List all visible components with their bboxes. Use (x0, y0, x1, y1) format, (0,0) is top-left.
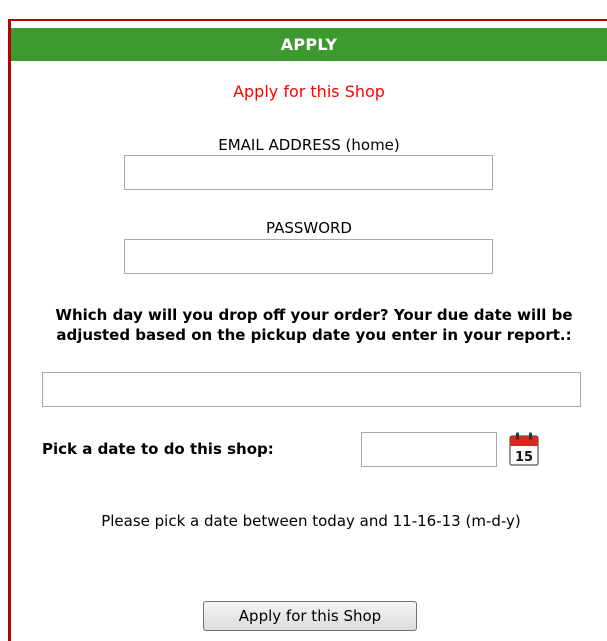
shop-date-label: Pick a date to do this shop: (42, 440, 274, 458)
panel-header-title: APPLY (280, 35, 338, 54)
panel-border-top (8, 19, 607, 21)
calendar-icon-day: 15 (515, 450, 533, 465)
apply-panel: APPLY Apply for this Shop EMAIL ADDRESS … (0, 0, 607, 641)
calendar-icon[interactable]: 15 (509, 432, 539, 466)
panel-border-left (8, 19, 11, 641)
shop-date-field[interactable] (361, 432, 497, 467)
dropoff-date-field[interactable] (42, 372, 581, 407)
password-field[interactable] (124, 239, 493, 274)
password-label: PASSWORD (265, 219, 352, 237)
dropoff-question: Which day will you drop off your order? … (55, 306, 573, 344)
email-label: EMAIL ADDRESS (home) (218, 136, 400, 154)
date-range-hint: Please pick a date between today and 11-… (101, 512, 521, 530)
form-subtitle: Apply for this Shop (233, 82, 385, 101)
email-field[interactable] (124, 155, 493, 190)
apply-for-shop-button[interactable]: Apply for this Shop (203, 601, 417, 631)
panel-header: APPLY (11, 28, 607, 61)
